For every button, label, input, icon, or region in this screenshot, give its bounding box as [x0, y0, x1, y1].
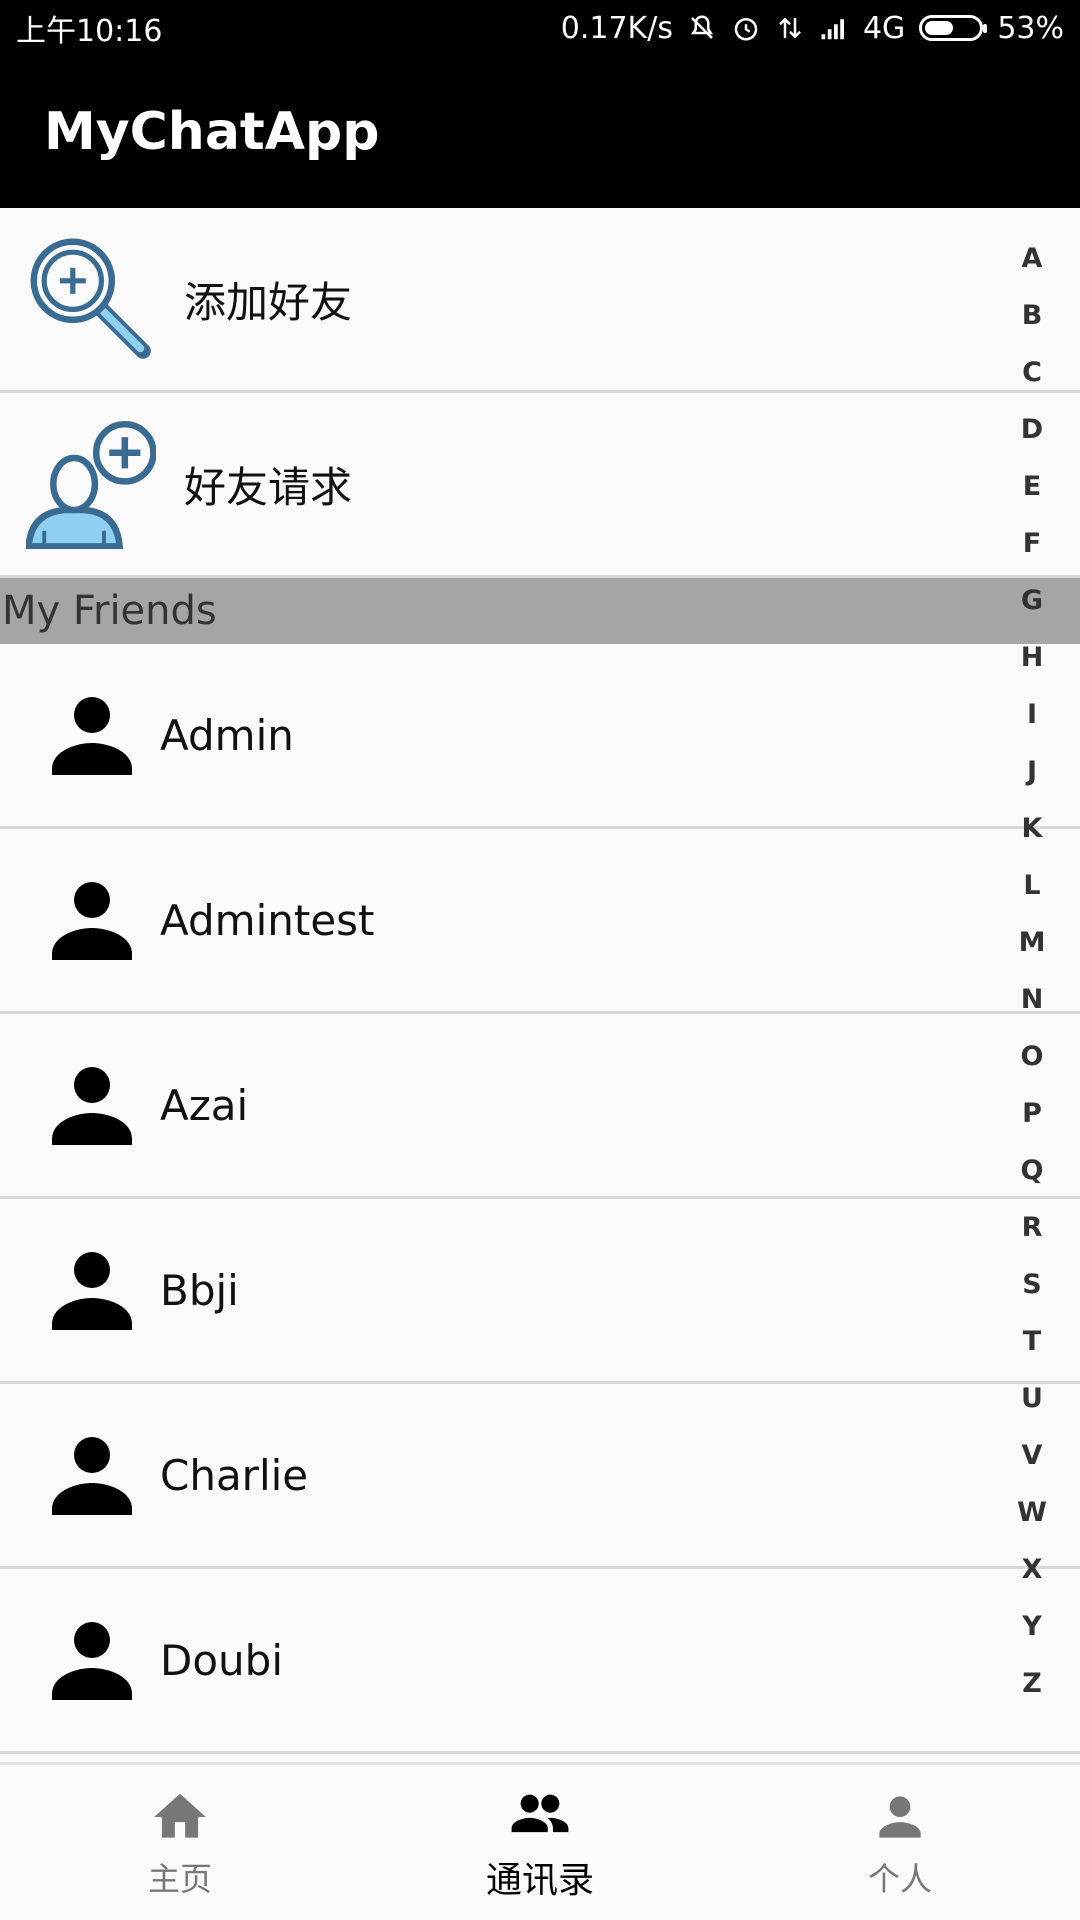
person-avatar-icon	[52, 697, 132, 775]
friend-row[interactable]: Admintest	[0, 829, 1080, 1014]
friend-row[interactable]: Azai	[0, 1014, 1080, 1199]
alphabet-index-letter[interactable]: C	[1022, 344, 1042, 401]
alphabet-index-letter[interactable]: O	[1021, 1028, 1044, 1085]
contacts-list[interactable]: 添加好友 好友请求 My Friends Admin Admintest Aza…	[0, 208, 1080, 1760]
alphabet-index-letter[interactable]: K	[1022, 800, 1043, 857]
alphabet-index-letter[interactable]: W	[1017, 1484, 1047, 1541]
alphabet-index-letter[interactable]: Z	[1022, 1655, 1042, 1712]
net-speed: 0.17K/s	[560, 10, 673, 46]
friend-name: Azai	[160, 1080, 249, 1130]
friend-name: Doubi	[160, 1635, 283, 1685]
alphabet-index-letter[interactable]: L	[1023, 857, 1040, 914]
alphabet-index-letter[interactable]: N	[1021, 971, 1044, 1028]
alphabet-index-letter[interactable]: U	[1021, 1370, 1043, 1427]
alphabet-index-letter[interactable]: V	[1022, 1427, 1043, 1484]
nav-tab-home[interactable]: 主页	[0, 1765, 360, 1920]
alphabet-index-letter[interactable]: S	[1022, 1256, 1041, 1313]
alphabet-index-letter[interactable]: G	[1021, 572, 1043, 629]
alphabet-index-letter[interactable]: I	[1027, 686, 1037, 743]
nav-tab-label: 主页	[147, 1859, 212, 1898]
alphabet-index-letter[interactable]: Q	[1021, 1142, 1044, 1199]
status-bar: 上午10:16 0.17K/s 4G 53%	[0, 0, 1080, 56]
home-icon	[154, 1793, 206, 1838]
friend-row[interactable]: Charlie	[0, 1384, 1080, 1569]
friend-request-row[interactable]: 好友请求	[0, 393, 1080, 578]
section-title: My Friends	[2, 588, 217, 634]
battery-percent: 53%	[997, 10, 1064, 46]
status-time: 上午10:16	[16, 14, 163, 49]
alphabet-index-letter[interactable]: X	[1022, 1541, 1043, 1598]
contacts-icon	[511, 1794, 569, 1832]
friend-name: Admin	[160, 710, 294, 760]
person-icon	[879, 1795, 921, 1838]
friend-name: Bbji	[160, 1265, 239, 1315]
person-avatar-icon	[52, 882, 132, 960]
alphabet-index-letter[interactable]: H	[1021, 629, 1044, 686]
section-header-my-friends: My Friends	[0, 578, 1080, 644]
person-avatar-icon	[52, 1252, 132, 1330]
alarm-icon	[734, 18, 758, 41]
alphabet-index-letter[interactable]: P	[1022, 1085, 1042, 1142]
friend-name: Charlie	[160, 1450, 309, 1500]
app-title: MyChatApp	[44, 102, 380, 162]
add-friend-row[interactable]: 添加好友	[0, 208, 1080, 393]
nav-tab-label: 个人	[867, 1859, 932, 1898]
friend-request-label: 好友请求	[184, 462, 353, 512]
alphabet-index-letter[interactable]: E	[1023, 458, 1041, 515]
friend-request-icon	[26, 420, 156, 549]
battery-icon	[919, 15, 988, 41]
friend-row[interactable]: Bbji	[0, 1199, 1080, 1384]
add-friend-search-icon	[30, 238, 151, 359]
nav-tab-contacts[interactable]: 通讯录	[360, 1765, 720, 1920]
alphabet-index-letter[interactable]: D	[1021, 401, 1043, 458]
bottom-navigation: 主页 通讯录 个人	[0, 1762, 1080, 1920]
alphabet-index-letter[interactable]: B	[1022, 287, 1043, 344]
signal-icon	[821, 19, 844, 40]
friend-row[interactable]: Doubi	[0, 1569, 1080, 1754]
alphabet-index-letter[interactable]: Y	[1022, 1598, 1042, 1655]
status-indicators: 0.17K/s 4G 53%	[561, 11, 1064, 46]
alphabet-index-letter[interactable]: R	[1022, 1199, 1043, 1256]
alphabet-index-letter[interactable]: T	[1023, 1313, 1041, 1370]
alphabet-index-letter[interactable]: J	[1027, 743, 1037, 800]
alphabet-index-letter[interactable]: F	[1023, 515, 1041, 572]
person-avatar-icon	[52, 1067, 132, 1145]
battery-level	[925, 21, 953, 35]
nav-tab-label: 通讯录	[485, 1859, 594, 1901]
friend-name: Admintest	[160, 895, 375, 945]
network-type: 4G	[862, 10, 906, 46]
alphabet-index-bar[interactable]: ABCDEFGHIJKLMNOPQRSTUVWXYZ	[1002, 230, 1062, 1712]
friend-row[interactable]: Admin	[0, 644, 1080, 829]
mute-bell-icon	[690, 15, 714, 39]
data-transfer-icon	[779, 17, 801, 39]
alphabet-index-letter[interactable]: A	[1022, 230, 1043, 287]
person-avatar-icon	[52, 1437, 132, 1515]
person-avatar-icon	[52, 1622, 132, 1700]
add-friend-label: 添加好友	[184, 277, 353, 327]
app-bar: MyChatApp	[0, 56, 1080, 208]
alphabet-index-letter[interactable]: M	[1019, 914, 1046, 971]
nav-tab-profile[interactable]: 个人	[720, 1765, 1080, 1920]
